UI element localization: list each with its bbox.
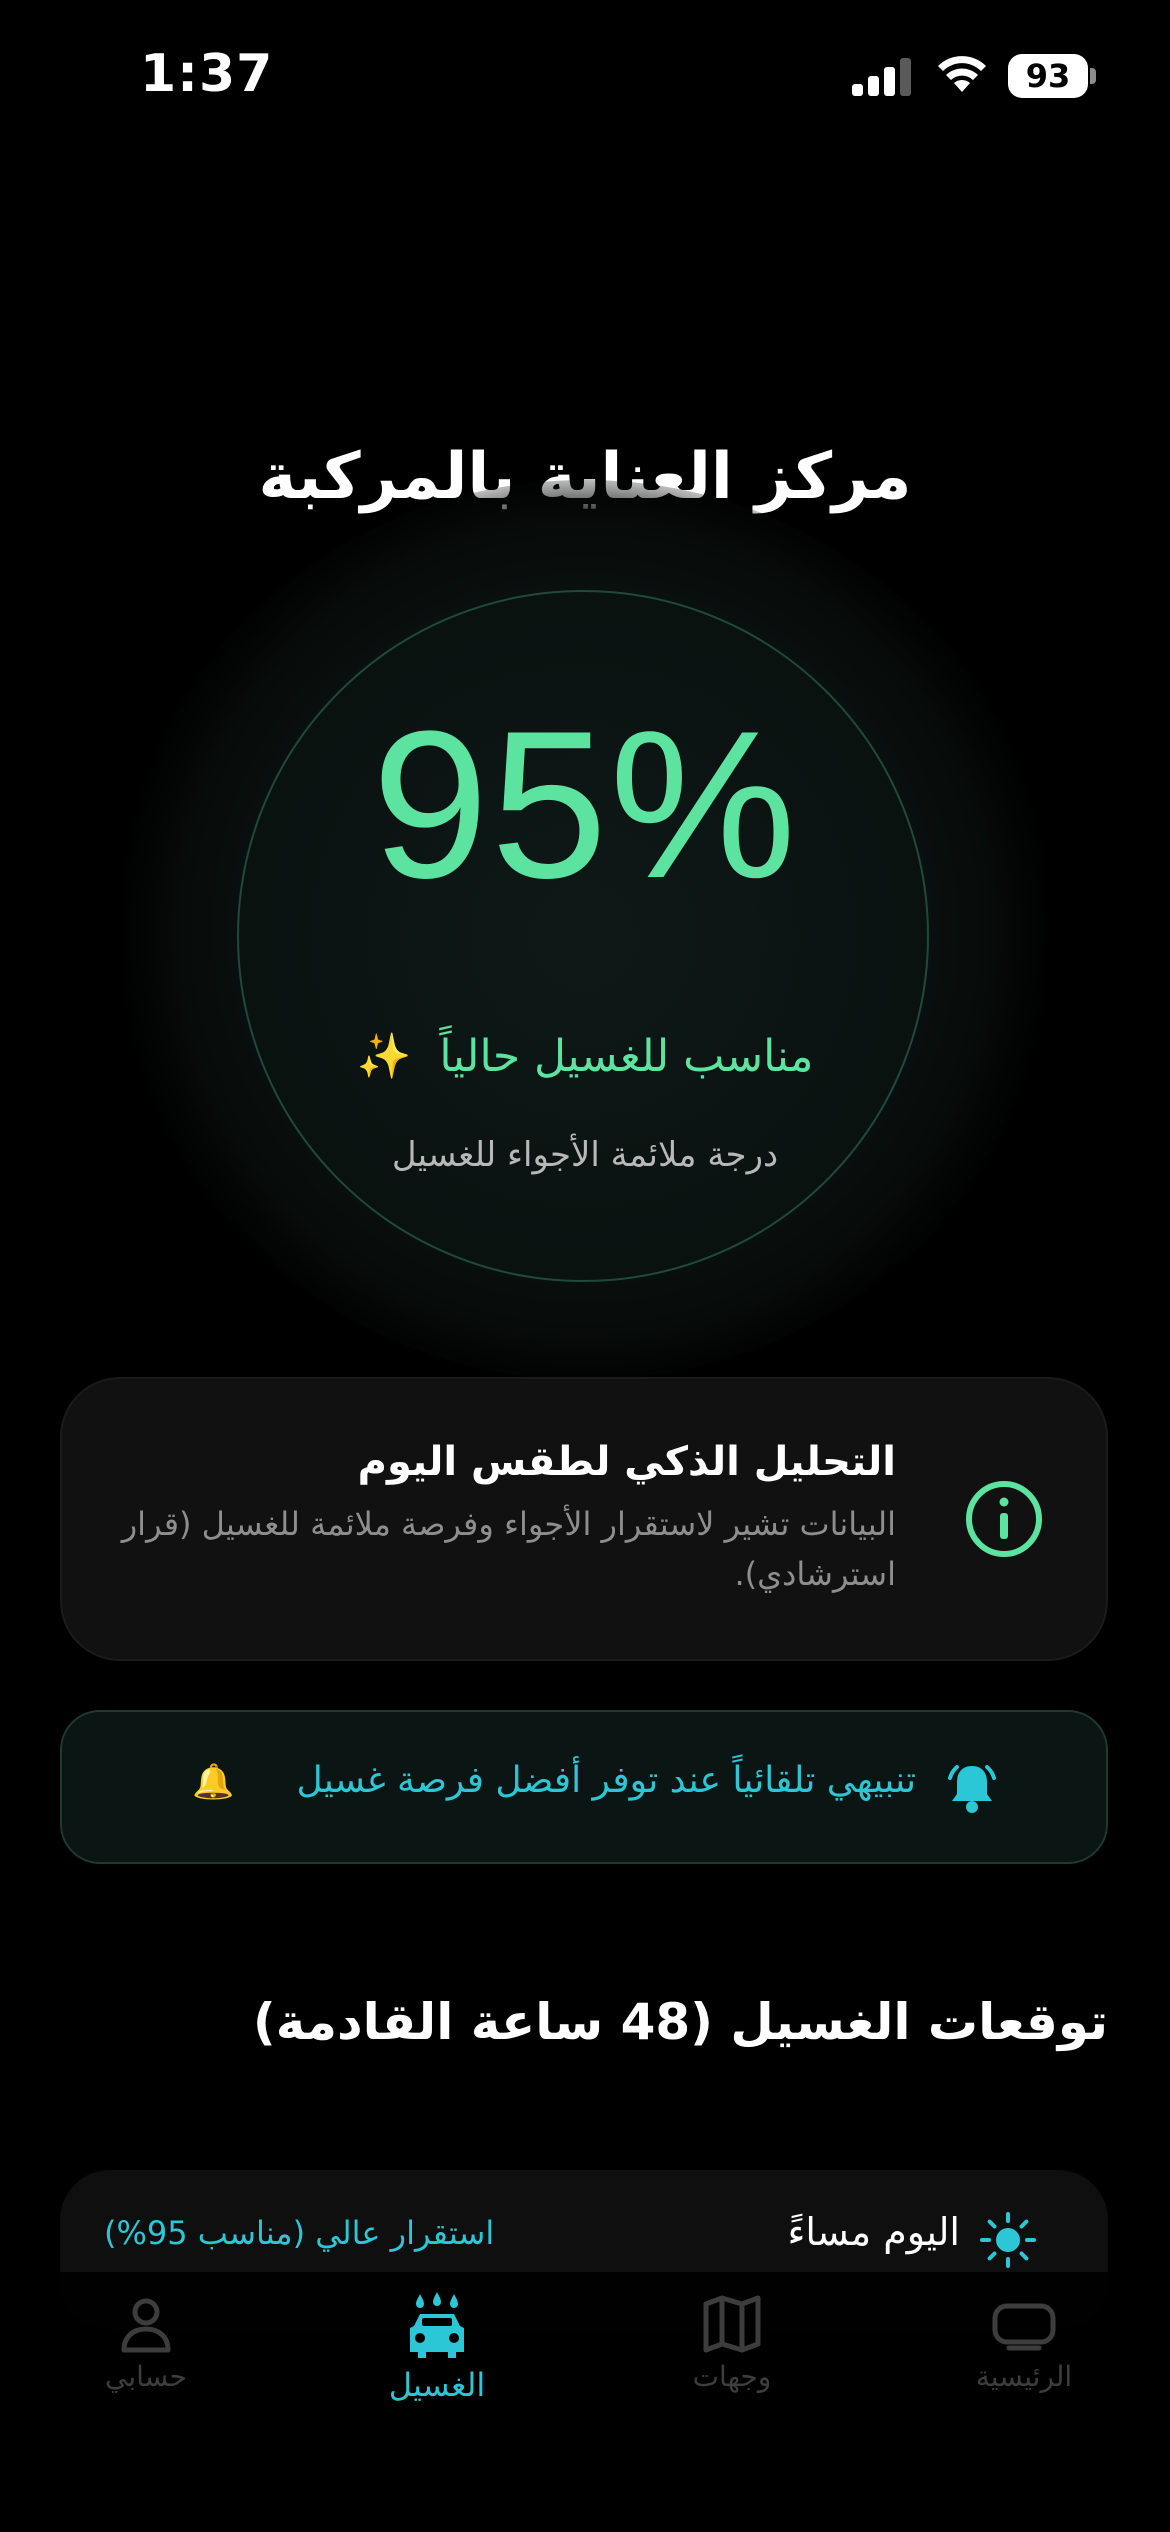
tab-destinations-label: وجهات <box>692 2360 772 2393</box>
battery-cap <box>1090 68 1096 84</box>
map-icon <box>703 2295 761 2353</box>
bell-emoji-icon: 🔔 <box>192 1762 235 1802</box>
tab-wash-label: الغسيل <box>388 2366 486 2404</box>
sun-icon <box>980 2212 1036 2268</box>
signal-icon <box>852 58 911 96</box>
analysis-body: البيانات تشير لاستقرار الأجواء وفرصة ملا… <box>121 1505 896 1593</box>
analysis-card: التحليل الذكي لطقس اليوم البيانات تشير ل… <box>60 1377 1108 1661</box>
tab-wash[interactable]: الغسيل <box>337 2292 537 2404</box>
tab-home[interactable]: الرئيسية <box>924 2292 1124 2393</box>
status-time: 1:37 <box>140 44 274 104</box>
bell-icon <box>948 1765 996 1813</box>
analysis-title: التحليل الذكي لطقس اليوم <box>357 1439 896 1485</box>
forecast-time: اليوم مساءً <box>787 2210 960 2254</box>
tab-home-label: الرئيسية <box>975 2360 1073 2393</box>
sparkle-icon: ✨ <box>356 1031 412 1082</box>
suitability-status-text: مناسب للغسيل حالياً <box>439 1031 814 1082</box>
forecast-status: استقرار عالي (مناسب 95%) <box>104 2214 495 2252</box>
suitability-status: مناسب للغسيل حالياً ✨ <box>0 1030 1170 1082</box>
battery-indicator: 93 <box>1008 54 1088 98</box>
auto-alert-label: تنبيهي تلقائياً عند توفر أفضل فرصة غسيل <box>296 1760 916 1801</box>
wifi-icon <box>938 56 986 92</box>
info-icon[interactable] <box>964 1479 1044 1559</box>
forecast-section-title: توقعات الغسيل (48 ساعة القادمة) <box>252 1993 1108 2051</box>
person-icon <box>121 2298 171 2353</box>
suitability-percent: 95% <box>371 687 799 922</box>
tab-account-label: حسابي <box>105 2360 187 2393</box>
tab-bar: حسابي الغسيل وجهات الرئيسية <box>0 2272 1170 2532</box>
car-wash-icon <box>410 2292 464 2358</box>
tab-account[interactable]: حسابي <box>46 2292 246 2393</box>
car-screen-icon <box>992 2303 1056 2351</box>
suitability-caption: درجة ملائمة الأجواء للغسيل <box>391 1135 779 1175</box>
status-bar: 1:37 93 <box>0 0 1170 150</box>
auto-alert-button[interactable]: تنبيهي تلقائياً عند توفر أفضل فرصة غسيل … <box>60 1710 1108 1864</box>
tab-destinations[interactable]: وجهات <box>632 2292 832 2393</box>
